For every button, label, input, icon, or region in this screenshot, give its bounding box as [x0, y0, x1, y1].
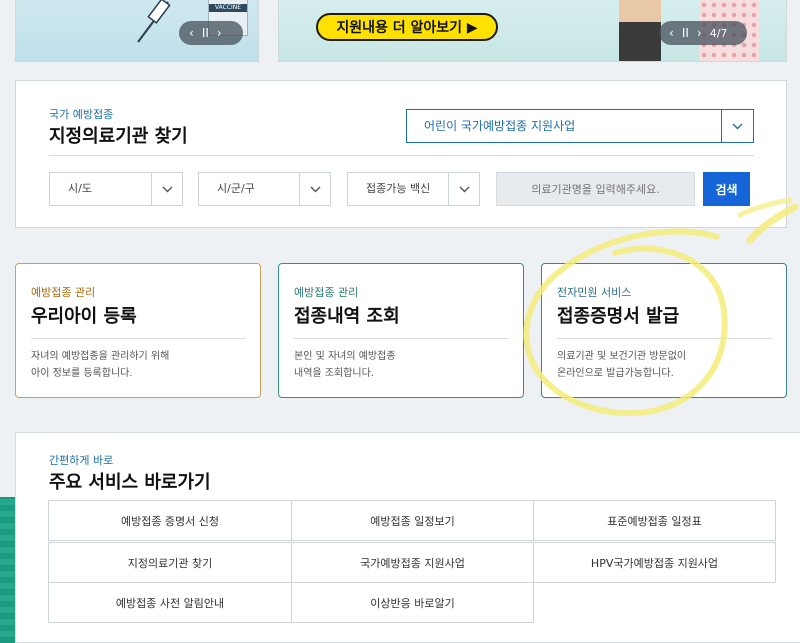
quick-link-national-program[interactable]: 국가예방접종 지원사업 — [291, 542, 534, 583]
clinic-name-input[interactable] — [496, 172, 695, 206]
next-arrow-icon[interactable]: › — [697, 27, 702, 39]
banner-pager[interactable]: ‹ II › 4/7 — [659, 21, 747, 45]
quick-links-section: 간편하게 바로 주요 서비스 바로가기 예방접종 증명서 신청 예방접종 일정보… — [15, 432, 800, 643]
pause-icon[interactable]: II — [682, 27, 689, 39]
sido-select-value: 시/도 — [68, 182, 92, 195]
quick-link-schedule[interactable]: 예방접종 일정보기 — [291, 500, 534, 541]
next-arrow-icon[interactable]: › — [217, 27, 222, 39]
card-title: 우리아이 등록 — [31, 306, 137, 327]
certificate-issue-card[interactable]: 전자민원 서비스 접종증명서 발급 의료기관 및 보건기관 방문없이 온라인으로… — [541, 263, 787, 398]
divider — [49, 155, 754, 156]
quick-link-standard-schedule[interactable]: 표준예방접종 일정표 — [533, 500, 776, 541]
clinic-finder-card: 국가 예방접종 지정의료기관 찾기 어린이 국가예방접종 지원사업 시/도 시/… — [15, 80, 787, 228]
child-registration-card[interactable]: 예방접종 관리 우리아이 등록 자녀의 예방접종을 관리하기 위해 아이 정보를… — [15, 263, 261, 398]
pause-icon[interactable]: II — [202, 27, 209, 39]
card-eyebrow: 예방접종 관리 — [31, 286, 96, 299]
quick-link-certificate-request[interactable]: 예방접종 증명서 신청 — [48, 500, 292, 541]
decorative-edge — [0, 497, 15, 643]
card-title: 접종내역 조회 — [294, 306, 400, 327]
card-eyebrow: 전자민원 서비스 — [557, 286, 632, 299]
description-line: 자녀의 예방접종을 관리하기 위해 — [31, 351, 170, 362]
chevron-down-icon[interactable] — [721, 110, 753, 142]
banner-pager[interactable]: ‹ II › — [179, 21, 243, 45]
sigungu-select[interactable]: 시/군/구 — [198, 172, 331, 206]
card-description: 본인 및 자녀의 예방접종 내역을 조회합니다. — [294, 348, 514, 382]
vaccine-banner[interactable]: VACCINE ‹ II › — [15, 0, 259, 62]
finder-eyebrow: 국가 예방접종 — [49, 108, 114, 121]
card-description: 자녀의 예방접종을 관리하기 위해 아이 정보를 등록합니다. — [31, 348, 251, 382]
history-lookup-card[interactable]: 예방접종 관리 접종내역 조회 본인 및 자녀의 예방접종 내역을 조회합니다. — [278, 263, 524, 398]
vaccine-select[interactable]: 접종가능 백신 — [347, 172, 480, 206]
prev-arrow-icon[interactable]: ‹ — [669, 27, 674, 39]
description-line: 의료기관 및 보건기관 방문없이 — [557, 351, 687, 362]
program-select[interactable]: 어린이 국가예방접종 지원사업 — [406, 109, 754, 143]
quick-eyebrow: 간편하게 바로 — [49, 454, 114, 467]
finder-title: 지정의료기관 찾기 — [49, 126, 188, 147]
chevron-down-icon[interactable] — [448, 173, 479, 205]
search-button[interactable]: 검색 — [703, 172, 750, 206]
prev-arrow-icon[interactable]: ‹ — [189, 27, 194, 39]
card-eyebrow: 예방접종 관리 — [294, 286, 359, 299]
quick-link-hpv-program[interactable]: HPV국가예방접종 지원사업 — [533, 542, 776, 583]
chevron-down-icon[interactable] — [299, 173, 330, 205]
description-line: 아이 정보를 등록합니다. — [31, 368, 133, 379]
syringe-illustration — [137, 0, 171, 43]
divider — [557, 338, 772, 339]
quick-link-reminder[interactable]: 예방접종 사전 알림안내 — [48, 582, 292, 623]
description-line: 본인 및 자녀의 예방접종 — [294, 351, 396, 362]
divider — [31, 338, 246, 339]
chevron-down-icon[interactable] — [151, 173, 182, 205]
description-line: 온라인으로 발급가능합니다. — [557, 368, 674, 379]
quick-link-adverse-reaction[interactable]: 이상반응 바로알기 — [291, 582, 534, 623]
program-select-value: 어린이 국가예방접종 지원사업 — [424, 119, 576, 133]
sigungu-select-value: 시/군/구 — [217, 182, 255, 195]
support-banner[interactable]: 지원내용 더 알아보기 ▶ ‹ II › 4/7 — [278, 0, 787, 62]
quick-link-clinic-finder[interactable]: 지정의료기관 찾기 — [48, 542, 292, 583]
quick-title: 주요 서비스 바로가기 — [49, 472, 211, 493]
description-line: 내역을 조회합니다. — [294, 368, 374, 379]
vaccine-label: VACCINE — [209, 4, 247, 12]
card-description: 의료기관 및 보건기관 방문없이 온라인으로 발급가능합니다. — [557, 348, 777, 382]
divider — [294, 338, 509, 339]
card-title: 접종증명서 발급 — [557, 306, 680, 327]
vaccine-select-value: 접종가능 백신 — [366, 182, 431, 195]
sido-select[interactable]: 시/도 — [49, 172, 183, 206]
page-indicator: 4/7 — [709, 26, 728, 40]
more-info-button[interactable]: 지원내용 더 알아보기 ▶ — [316, 13, 498, 41]
person-illustration — [619, 0, 661, 61]
